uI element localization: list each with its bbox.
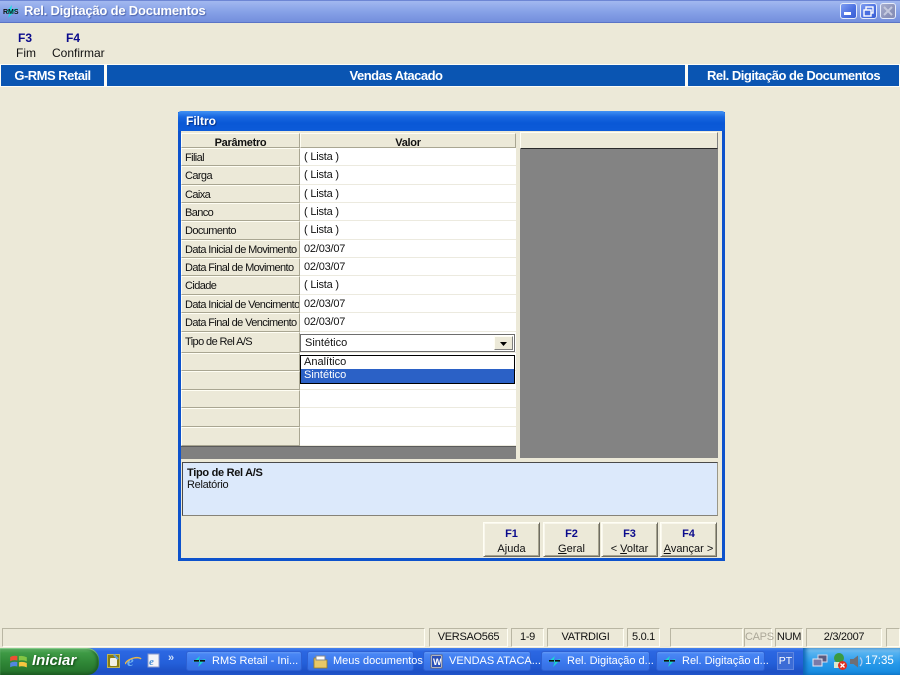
svg-text:RMS: RMS (3, 9, 19, 16)
svg-text:e: e (127, 654, 134, 670)
svg-text:W: W (433, 657, 442, 667)
svg-text:e: e (149, 656, 154, 668)
